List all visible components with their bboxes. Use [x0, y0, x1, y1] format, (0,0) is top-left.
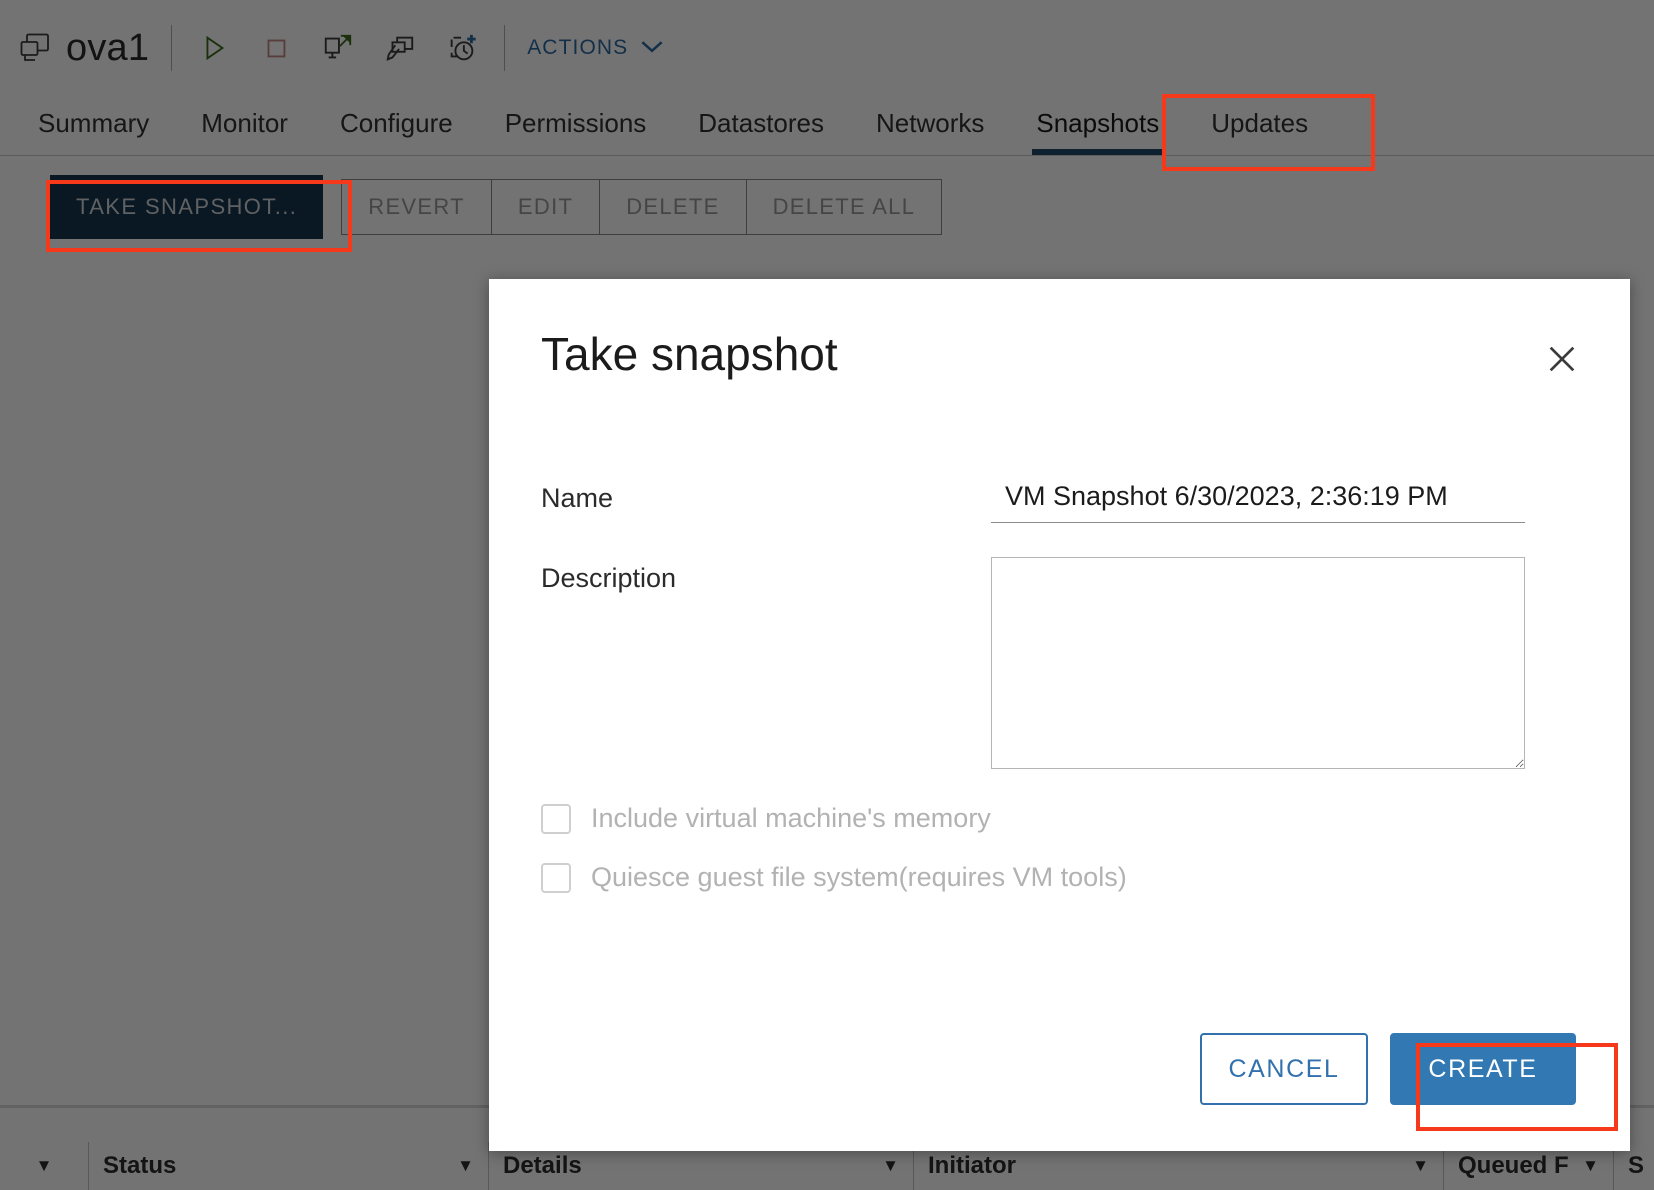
power-off-icon[interactable]	[256, 28, 296, 68]
column-label: Initiator	[928, 1152, 1016, 1179]
cancel-button[interactable]: CANCEL	[1200, 1033, 1368, 1105]
filter-caret-icon: ▼	[35, 1156, 53, 1175]
filter-caret-icon[interactable]: ▼	[882, 1156, 899, 1176]
edit-button[interactable]: EDIT	[490, 179, 600, 235]
tab-label: Networks	[876, 108, 985, 138]
quiesce-row[interactable]: Quiesce guest file system(requires VM to…	[541, 862, 1578, 893]
take-snapshot-dialog: Take snapshot Name Description Include v…	[489, 279, 1630, 1151]
close-icon[interactable]	[1540, 337, 1584, 381]
edit-vm-icon[interactable]	[380, 28, 420, 68]
object-header: ova1 ACTIONS	[0, 0, 1654, 96]
tab-label: Datastores	[698, 108, 825, 138]
tab-summary[interactable]: Summary	[12, 92, 175, 155]
tab-configure[interactable]: Configure	[314, 92, 479, 155]
actions-menu-button[interactable]: ACTIONS	[527, 36, 664, 60]
tab-datastores[interactable]: Datastores	[672, 92, 850, 155]
tab-label: Permissions	[504, 108, 647, 138]
virtual-machine-icon	[18, 31, 52, 65]
chevron-down-icon	[640, 36, 664, 60]
column-label: Details	[503, 1152, 582, 1179]
task-column-filter-0[interactable]: ▼	[0, 1142, 88, 1190]
column-label: S	[1628, 1152, 1645, 1179]
tab-label: Updates	[1211, 108, 1309, 138]
dialog-header: Take snapshot	[489, 279, 1630, 381]
tab-networks[interactable]: Networks	[850, 92, 1010, 155]
dialog-footer: CANCEL CREATE	[489, 1033, 1630, 1151]
tab-permissions[interactable]: Permissions	[479, 92, 673, 155]
filter-caret-icon[interactable]: ▼	[1412, 1156, 1429, 1176]
vm-power-toolbar	[194, 28, 482, 68]
include-memory-row[interactable]: Include virtual machine's memory	[541, 803, 1578, 834]
revert-button[interactable]: REVERT	[341, 179, 491, 235]
tab-label: Summary	[38, 108, 150, 138]
filter-caret-icon[interactable]: ▼	[1582, 1156, 1599, 1176]
delete-all-button[interactable]: DELETE ALL	[745, 179, 943, 235]
task-column-status[interactable]: Status ▼	[88, 1142, 488, 1190]
actions-menu-label: ACTIONS	[527, 36, 629, 59]
name-field-row: Name	[541, 477, 1578, 523]
take-snapshot-button[interactable]: TAKE SNAPSHOT...	[50, 175, 324, 239]
tab-updates[interactable]: Updates	[1185, 92, 1334, 155]
take-snapshot-icon[interactable]	[442, 28, 482, 68]
description-label: Description	[541, 563, 677, 593]
dialog-body: Name Description Include virtual machine…	[489, 381, 1630, 1033]
tab-label: Monitor	[201, 108, 288, 138]
tab-monitor[interactable]: Monitor	[175, 92, 314, 155]
delete-button[interactable]: DELETE	[599, 179, 746, 235]
create-button[interactable]: CREATE	[1390, 1033, 1576, 1105]
object-tab-bar[interactable]: Summary Monitor Configure Permissions Da…	[0, 92, 1654, 156]
tab-label: Configure	[339, 108, 453, 138]
snapshot-action-toolbar: TAKE SNAPSHOT... REVERT EDIT DELETE DELE…	[50, 175, 943, 239]
description-field-row: Description	[541, 557, 1578, 769]
quiesce-label: Quiesce guest file system(requires VM to…	[591, 862, 1127, 892]
include-memory-checkbox[interactable]	[541, 803, 571, 834]
name-label: Name	[541, 483, 614, 513]
snapshot-secondary-actions: REVERT EDIT DELETE DELETE ALL	[341, 179, 943, 235]
dialog-title: Take snapshot	[541, 328, 838, 380]
header-divider-2	[504, 25, 506, 71]
snapshot-name-input[interactable]	[991, 477, 1525, 523]
page-title: ova1	[66, 26, 150, 69]
header-divider-1	[171, 25, 173, 71]
quiesce-checkbox[interactable]	[541, 862, 571, 893]
filter-caret-icon[interactable]: ▼	[457, 1156, 474, 1176]
power-on-icon[interactable]	[194, 28, 234, 68]
column-label: Queued F	[1458, 1152, 1569, 1179]
snapshot-description-input[interactable]	[991, 557, 1525, 769]
tab-label: Snapshots	[1036, 108, 1160, 138]
launch-web-console-icon[interactable]	[318, 28, 358, 68]
column-label: Status	[103, 1152, 177, 1179]
include-memory-label: Include virtual machine's memory	[591, 803, 991, 833]
tab-snapshots[interactable]: Snapshots	[1010, 92, 1185, 155]
